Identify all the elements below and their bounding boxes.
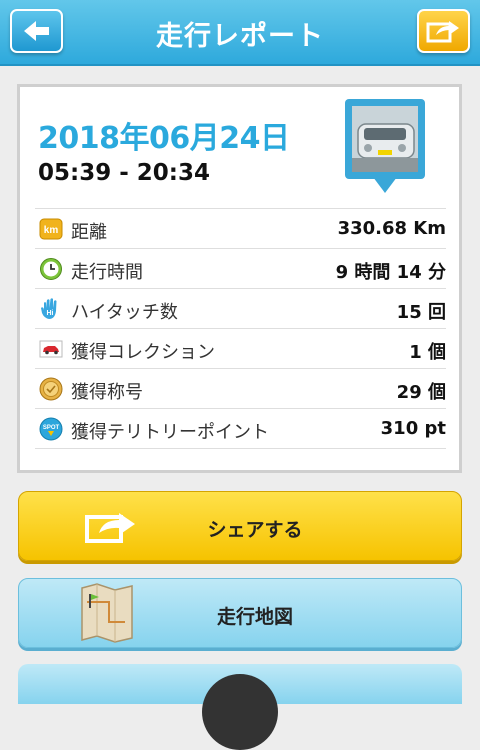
stat-row-titles: 獲得称号 29 個: [35, 368, 446, 408]
svg-text:SPOT: SPOT: [43, 425, 60, 431]
pin-tip: [373, 177, 397, 193]
stat-label: 獲得称号: [71, 382, 143, 403]
report-card: 2018年06月24日 05:39 - 20:34 km 距離 330.68 K…: [17, 84, 462, 473]
header-share-button[interactable]: [417, 9, 470, 53]
share-arrow-icon: [426, 21, 459, 43]
report-date: 2018年06月24日: [38, 121, 290, 156]
clock-icon: [39, 257, 63, 281]
car-photo-pin[interactable]: [345, 99, 429, 199]
stat-label: 獲得テリトリーポイント: [71, 422, 269, 443]
stats-list: km 距離 330.68 Km 走行時間 9 時間 14 分 Hi ハイタッチ数…: [35, 208, 446, 449]
km-badge-icon: km: [39, 217, 63, 241]
stat-value: 29 個: [396, 382, 446, 403]
report-time-range: 05:39 - 20:34: [38, 160, 210, 186]
stat-label: ハイタッチ数: [71, 302, 178, 323]
spot-badge-icon: SPOT: [39, 417, 63, 441]
app-header: 走行レポート: [0, 0, 480, 66]
medal-icon: [39, 377, 63, 401]
floating-action-button[interactable]: [202, 674, 278, 750]
stat-row-territory-points: SPOT 獲得テリトリーポイント 310 pt: [35, 408, 446, 449]
stat-value: 330.68 Km: [337, 218, 446, 239]
stat-row-driving-time: 走行時間 9 時間 14 分: [35, 248, 446, 288]
car-collection-icon: [39, 337, 63, 361]
stat-value: 310 pt: [380, 418, 446, 439]
share-button[interactable]: シェアする: [18, 491, 462, 561]
stat-label: 距離: [71, 222, 107, 243]
car-photo: [352, 106, 418, 172]
share-button-label: シェアする: [207, 519, 303, 541]
driving-map-label: 走行地図: [216, 606, 293, 628]
stat-value: 15 回: [396, 302, 446, 323]
stat-label: 獲得コレクション: [71, 342, 215, 363]
svg-text:Hi: Hi: [47, 310, 54, 317]
stat-value: 9 時間 14 分: [335, 262, 446, 283]
svg-text:km: km: [44, 225, 59, 236]
driving-map-button[interactable]: 走行地図: [18, 578, 462, 648]
page-title: 走行レポート: [156, 21, 324, 52]
stat-row-collection: 獲得コレクション 1 個: [35, 328, 446, 368]
stat-label: 走行時間: [71, 262, 143, 283]
stat-row-distance: km 距離 330.68 Km: [35, 208, 446, 248]
stat-value: 1 個: [409, 342, 446, 363]
hand-hi-icon: Hi: [39, 297, 63, 321]
photo-frame: [345, 99, 425, 179]
stat-row-high-touch: Hi ハイタッチ数 15 回: [35, 288, 446, 328]
